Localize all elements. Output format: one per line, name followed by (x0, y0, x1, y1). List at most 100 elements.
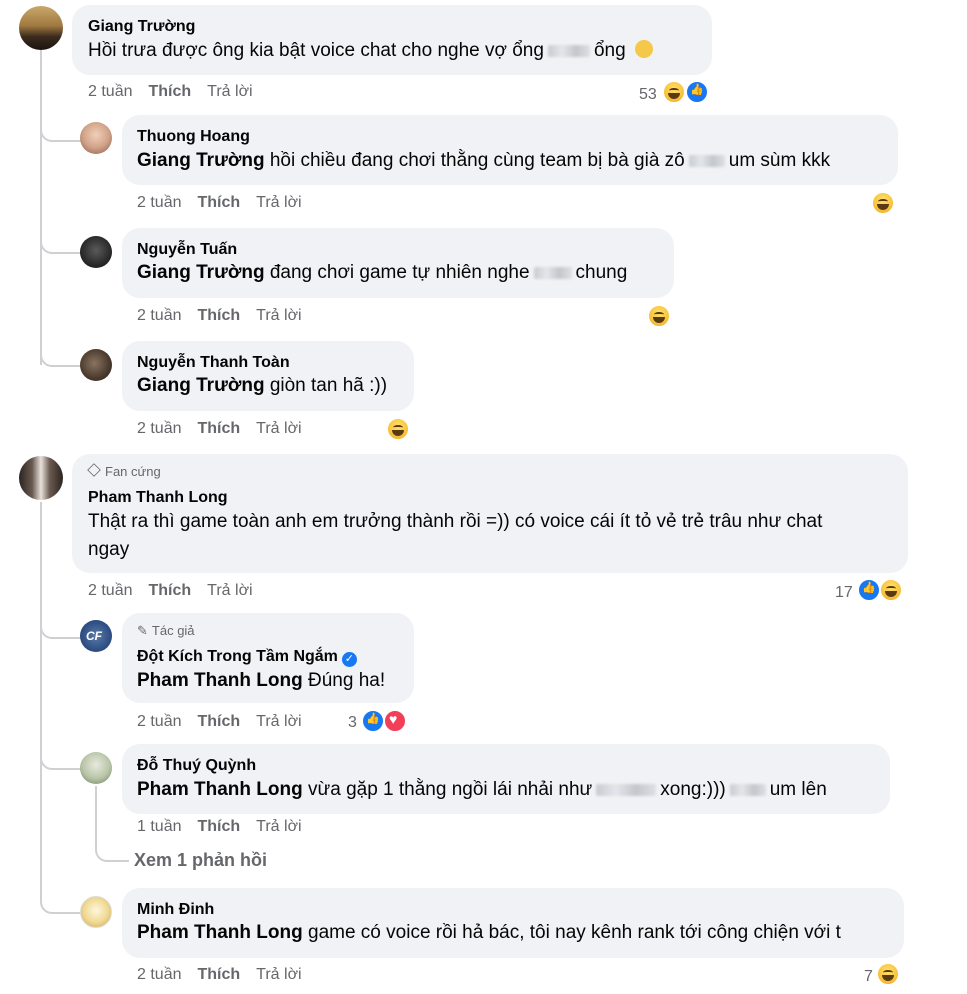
diamond-icon (87, 463, 101, 477)
haha-reaction-icon[interactable] (871, 191, 895, 215)
avatar[interactable] (80, 236, 112, 268)
comment-actions: 2 tuần Thích Trả lời (88, 582, 269, 600)
pencil-icon: ✎ (137, 623, 148, 638)
thread-connector (40, 232, 82, 254)
author-badge[interactable]: ✎ Tác giả (137, 623, 195, 639)
comment-text: Giang Trường hồi chiều đang chơi thằng c… (137, 150, 831, 171)
avatar[interactable] (80, 122, 112, 154)
comment-text: Giang Trường đang chơi game tự nhiên ngh… (137, 262, 628, 283)
haha-reaction-icon[interactable] (386, 417, 410, 441)
like-button[interactable]: Thích (197, 966, 240, 983)
avatar[interactable] (19, 6, 63, 50)
mention-link[interactable]: Pham Thanh Long (137, 779, 303, 800)
censored-word (547, 44, 590, 57)
censored-word (596, 783, 657, 796)
reply-button[interactable]: Trả lời (256, 194, 301, 211)
thread-connector (40, 345, 82, 367)
mention-link[interactable]: Pham Thanh Long (137, 670, 303, 691)
reply-button[interactable]: Trả lời (256, 420, 301, 437)
censored-word (729, 783, 766, 796)
comment-author[interactable]: Nguyễn Thanh Toàn (137, 354, 290, 372)
comment-actions: 2 tuần Thích Trả lời (137, 713, 318, 731)
like-button[interactable]: Thích (197, 307, 240, 324)
timestamp[interactable]: 2 tuần (137, 194, 181, 211)
crossfire-logo-icon: CF (86, 629, 102, 643)
comment-text: Pham Thanh Long Đúng ha! (137, 670, 386, 691)
like-reaction-icon (361, 709, 385, 733)
comment-author[interactable]: Đỗ Thuý Quỳnh (137, 757, 256, 775)
comment-actions: 2 tuần Thích Trả lời (137, 966, 318, 984)
verified-badge-icon: ✓ (341, 652, 357, 667)
comment-author[interactable]: Thuong Hoang (137, 128, 250, 146)
haha-reaction-icon[interactable] (647, 304, 671, 328)
like-button[interactable]: Thích (197, 818, 240, 835)
comment-author[interactable]: Minh Đinh (137, 901, 214, 919)
comment-text: Hồi trưa được ông kia bật voice chat cho… (88, 37, 653, 65)
comment-actions: 2 tuần Thích Trả lời (88, 83, 269, 101)
thread-connector (40, 748, 82, 770)
comment-author[interactable]: Pham Thanh Long (88, 489, 228, 507)
comment-text: Pham Thanh Long game có voice rồi hả bác… (137, 922, 841, 943)
reply-button[interactable]: Trả lời (207, 83, 252, 100)
mention-link[interactable]: Giang Trường (137, 262, 265, 283)
haha-reaction-icon (876, 962, 900, 986)
comment-text: Pham Thanh Long vừa gặp 1 thằng ngồi lái… (137, 779, 827, 800)
avatar[interactable] (80, 896, 112, 928)
moon-emoji-icon (634, 40, 653, 58)
thread-line (40, 502, 42, 894)
comment-text: ngay (88, 539, 130, 560)
reply-button[interactable]: Trả lời (256, 713, 301, 730)
mention-link[interactable]: Pham Thanh Long (137, 922, 303, 943)
comment-actions: 2 tuần Thích Trả lời (137, 307, 318, 325)
like-button[interactable]: Thích (148, 83, 191, 100)
thread-connector (40, 120, 82, 142)
timestamp[interactable]: 1 tuần (137, 818, 181, 835)
timestamp[interactable]: 2 tuần (137, 307, 181, 324)
like-button[interactable]: Thích (197, 194, 240, 211)
fan-badge[interactable]: Fan cứng (87, 463, 161, 479)
love-reaction-icon (383, 709, 407, 733)
avatar[interactable] (19, 456, 63, 500)
haha-reaction-icon (879, 578, 903, 602)
comment-author[interactable]: Nguyễn Tuấn (137, 241, 237, 259)
reaction-count[interactable]: 3 (348, 714, 357, 732)
timestamp[interactable]: 2 tuần (88, 83, 132, 100)
comment-author[interactable]: Giang Trường (88, 18, 195, 36)
thread-line (95, 786, 97, 844)
like-button[interactable]: Thích (148, 582, 191, 599)
timestamp[interactable]: 2 tuần (137, 966, 181, 983)
thread-connector (40, 892, 82, 914)
view-replies-link[interactable]: Xem 1 phản hồi (134, 850, 267, 871)
like-reaction-icon (685, 80, 709, 104)
timestamp[interactable]: 2 tuần (88, 582, 132, 599)
comment-text: Giang Trường giòn tan hã :)) (137, 375, 388, 396)
reply-button[interactable]: Trả lời (256, 307, 301, 324)
censored-word (688, 154, 725, 167)
like-reaction-icon (857, 578, 881, 602)
comment-author[interactable]: Đột Kích Trong Tầm Ngắm ✓ (137, 648, 357, 667)
comment-text: Thật ra thì game toàn anh em trưởng thàn… (88, 511, 823, 532)
timestamp[interactable]: 2 tuần (137, 420, 181, 437)
haha-reaction-icon (662, 80, 686, 104)
timestamp[interactable]: 2 tuần (137, 713, 181, 730)
reply-button[interactable]: Trả lời (256, 966, 301, 983)
thread-connector (95, 842, 129, 862)
reaction-count[interactable]: 17 (835, 584, 853, 602)
censored-word (533, 266, 572, 279)
mention-link[interactable]: Giang Trường (137, 375, 265, 396)
reaction-count[interactable]: 7 (864, 968, 873, 986)
avatar[interactable] (80, 349, 112, 381)
comment-actions: 1 tuần Thích Trả lời (137, 818, 318, 836)
comment-actions: 2 tuần Thích Trả lời (137, 194, 318, 212)
like-button[interactable]: Thích (197, 713, 240, 730)
thread-connector (40, 617, 82, 639)
avatar[interactable]: CF (80, 620, 112, 652)
reaction-count[interactable]: 53 (639, 86, 657, 104)
reply-button[interactable]: Trả lời (207, 582, 252, 599)
like-button[interactable]: Thích (197, 420, 240, 437)
thread-line (40, 50, 42, 365)
mention-link[interactable]: Giang Trường (137, 150, 265, 171)
comment-actions: 2 tuần Thích Trả lời (137, 420, 318, 438)
avatar[interactable] (80, 752, 112, 784)
reply-button[interactable]: Trả lời (256, 818, 301, 835)
